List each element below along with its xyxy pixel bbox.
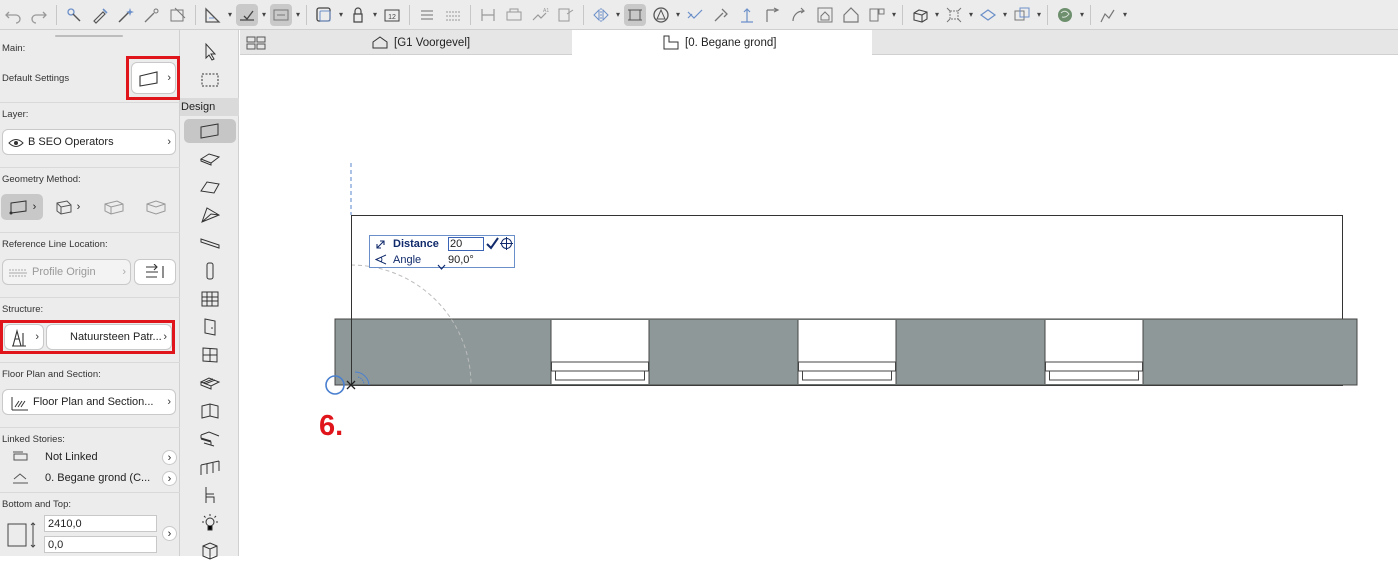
- window-sill[interactable]: [798, 361, 896, 372]
- distance-icon: [376, 240, 385, 249]
- step-annotation: 6.: [319, 410, 344, 442]
- angle-value[interactable]: 90,0°: [448, 254, 474, 266]
- window-openings: [550, 320, 1144, 384]
- floor-plan-drawing: [325, 163, 1358, 395]
- window-sill[interactable]: [551, 361, 649, 372]
- distance-label: Distance: [393, 237, 439, 250]
- tracker-palette: Distance 20 Angle 90,0°: [369, 235, 516, 270]
- crosshair-icon[interactable]: [500, 237, 513, 250]
- distance-input[interactable]: 20: [448, 237, 484, 251]
- window-sill[interactable]: [1045, 361, 1143, 372]
- tracker-distance-row: Distance 20: [370, 236, 516, 251]
- angle-icon: [375, 254, 387, 265]
- checkmark-icon[interactable]: [486, 237, 499, 250]
- angle-label: Angle: [393, 253, 422, 266]
- chevron-down-icon[interactable]: [437, 264, 446, 270]
